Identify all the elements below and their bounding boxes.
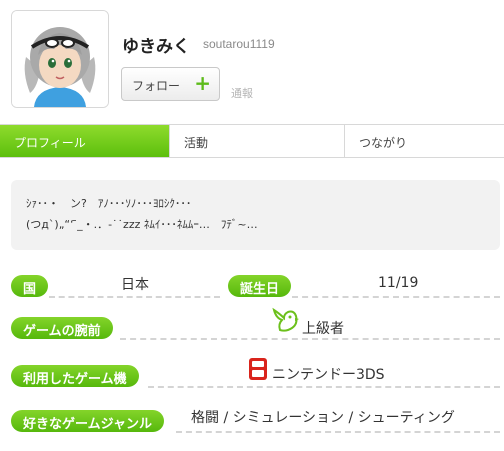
3ds-icon xyxy=(248,357,268,385)
system-value: ニンテンドー3DS xyxy=(272,367,385,383)
country-divider xyxy=(49,296,220,298)
system-label: 利用したゲーム機 xyxy=(11,365,139,387)
tab-activity[interactable]: 活動 xyxy=(169,125,344,157)
bio-line-2: (つд`)„“‘ ̄_・.．-˙˙zzz ﾈﾑｲ･･･ﾈﾑﾑｰ… ﾌﾃﾞ~… xyxy=(26,218,258,231)
profile-user-id: soutarou1119 xyxy=(203,37,275,51)
profile-bio: ｼｧ･･・ ン? ｱﾉ･･･ｿﾉ･･･ﾖﾛｼｸ･･･ (つд`)„“‘ ̄_・.．… xyxy=(11,180,500,250)
follow-button-label: フォロー xyxy=(132,79,181,93)
system-divider xyxy=(148,386,500,388)
tab-activity-label: 活動 xyxy=(184,136,209,150)
skill-divider xyxy=(120,338,500,340)
skill-label: ゲームの腕前 xyxy=(11,317,113,339)
birthday-label: 誕生日 xyxy=(228,275,292,297)
follow-button[interactable]: フォロー + xyxy=(121,67,220,101)
profile-name: ゆきみく xyxy=(122,37,190,57)
bird-icon xyxy=(270,306,300,338)
tab-profile-label: プロフィール xyxy=(14,136,86,150)
country-label: 国 xyxy=(11,275,49,297)
birthday-divider xyxy=(292,296,500,298)
tab-connections-label: つながり xyxy=(359,136,408,150)
mii-avatar-icon xyxy=(12,11,108,107)
tab-profile[interactable]: プロフィール xyxy=(0,125,169,157)
birthday-value: 11/19 xyxy=(378,275,419,291)
bio-line-1: ｼｧ･･・ ン? ｱﾉ･･･ｿﾉ･･･ﾖﾛｼｸ･･･ xyxy=(26,197,192,210)
genre-divider xyxy=(176,431,500,433)
tab-connections[interactable]: つながり xyxy=(344,125,504,157)
genre-label: 好きなゲームジャンル xyxy=(11,410,164,432)
country-value: 日本 xyxy=(121,277,149,293)
genre-value: 格闘 / シミュレーション / シューティング xyxy=(191,410,455,426)
plus-icon: + xyxy=(194,71,211,95)
skill-value: 上級者 xyxy=(302,321,344,337)
profile-tabs: プロフィール 活動 つながり xyxy=(0,124,504,158)
avatar[interactable] xyxy=(11,10,109,108)
report-link[interactable]: 通報 xyxy=(231,85,253,101)
